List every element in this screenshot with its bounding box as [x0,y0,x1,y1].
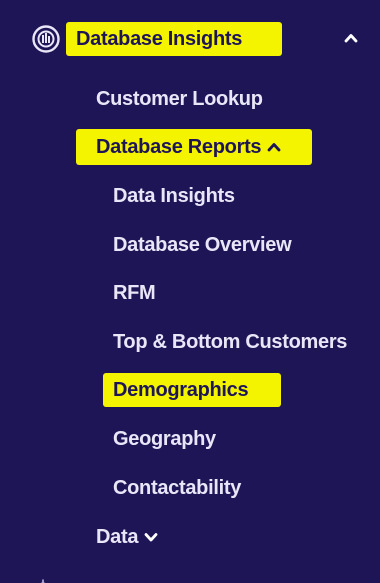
nav-item-label: Database Overview [113,233,292,256]
nav-item-database-overview[interactable]: Database Overview [113,230,292,260]
nav-item-contactability[interactable]: Contactability [113,473,241,503]
nav-item-label: Customer Lookup [96,87,263,110]
nav-item-data[interactable]: Data [96,522,158,552]
chevron-up-icon[interactable] [344,32,358,44]
nav-item-label: RFM [113,281,156,304]
nav-item-customer-lookup[interactable]: Customer Lookup [96,84,263,114]
chevron-up-icon[interactable] [267,141,281,153]
nav-item-demographics[interactable]: Demographics [103,373,281,407]
nav-item-label: Geography [113,427,216,450]
partial-icon [36,576,50,583]
sidebar-nav: Database Insights Customer Lookup Databa… [0,0,380,583]
nav-item-database-reports[interactable]: Database Reports [76,129,312,165]
nav-item-rfm[interactable]: RFM [113,278,156,308]
nav-item-geography[interactable]: Geography [113,424,216,454]
nav-item-top-bottom-customers[interactable]: Top & Bottom Customers [113,327,347,357]
nav-item-label: Top & Bottom Customers [113,330,348,353]
chevron-down-icon[interactable] [144,531,158,543]
nav-item-label: Data Insights [113,184,235,207]
gauge-icon [32,25,60,53]
nav-section-label: Database Insights [76,27,243,50]
nav-item-label: Contactability [113,476,242,499]
nav-item-label: Demographics [113,378,249,401]
nav-item-data-insights[interactable]: Data Insights [113,181,235,211]
nav-item-label: Database Reports [96,135,262,158]
nav-item-label: Data [96,525,139,548]
nav-section-database-insights[interactable]: Database Insights [0,22,380,56]
